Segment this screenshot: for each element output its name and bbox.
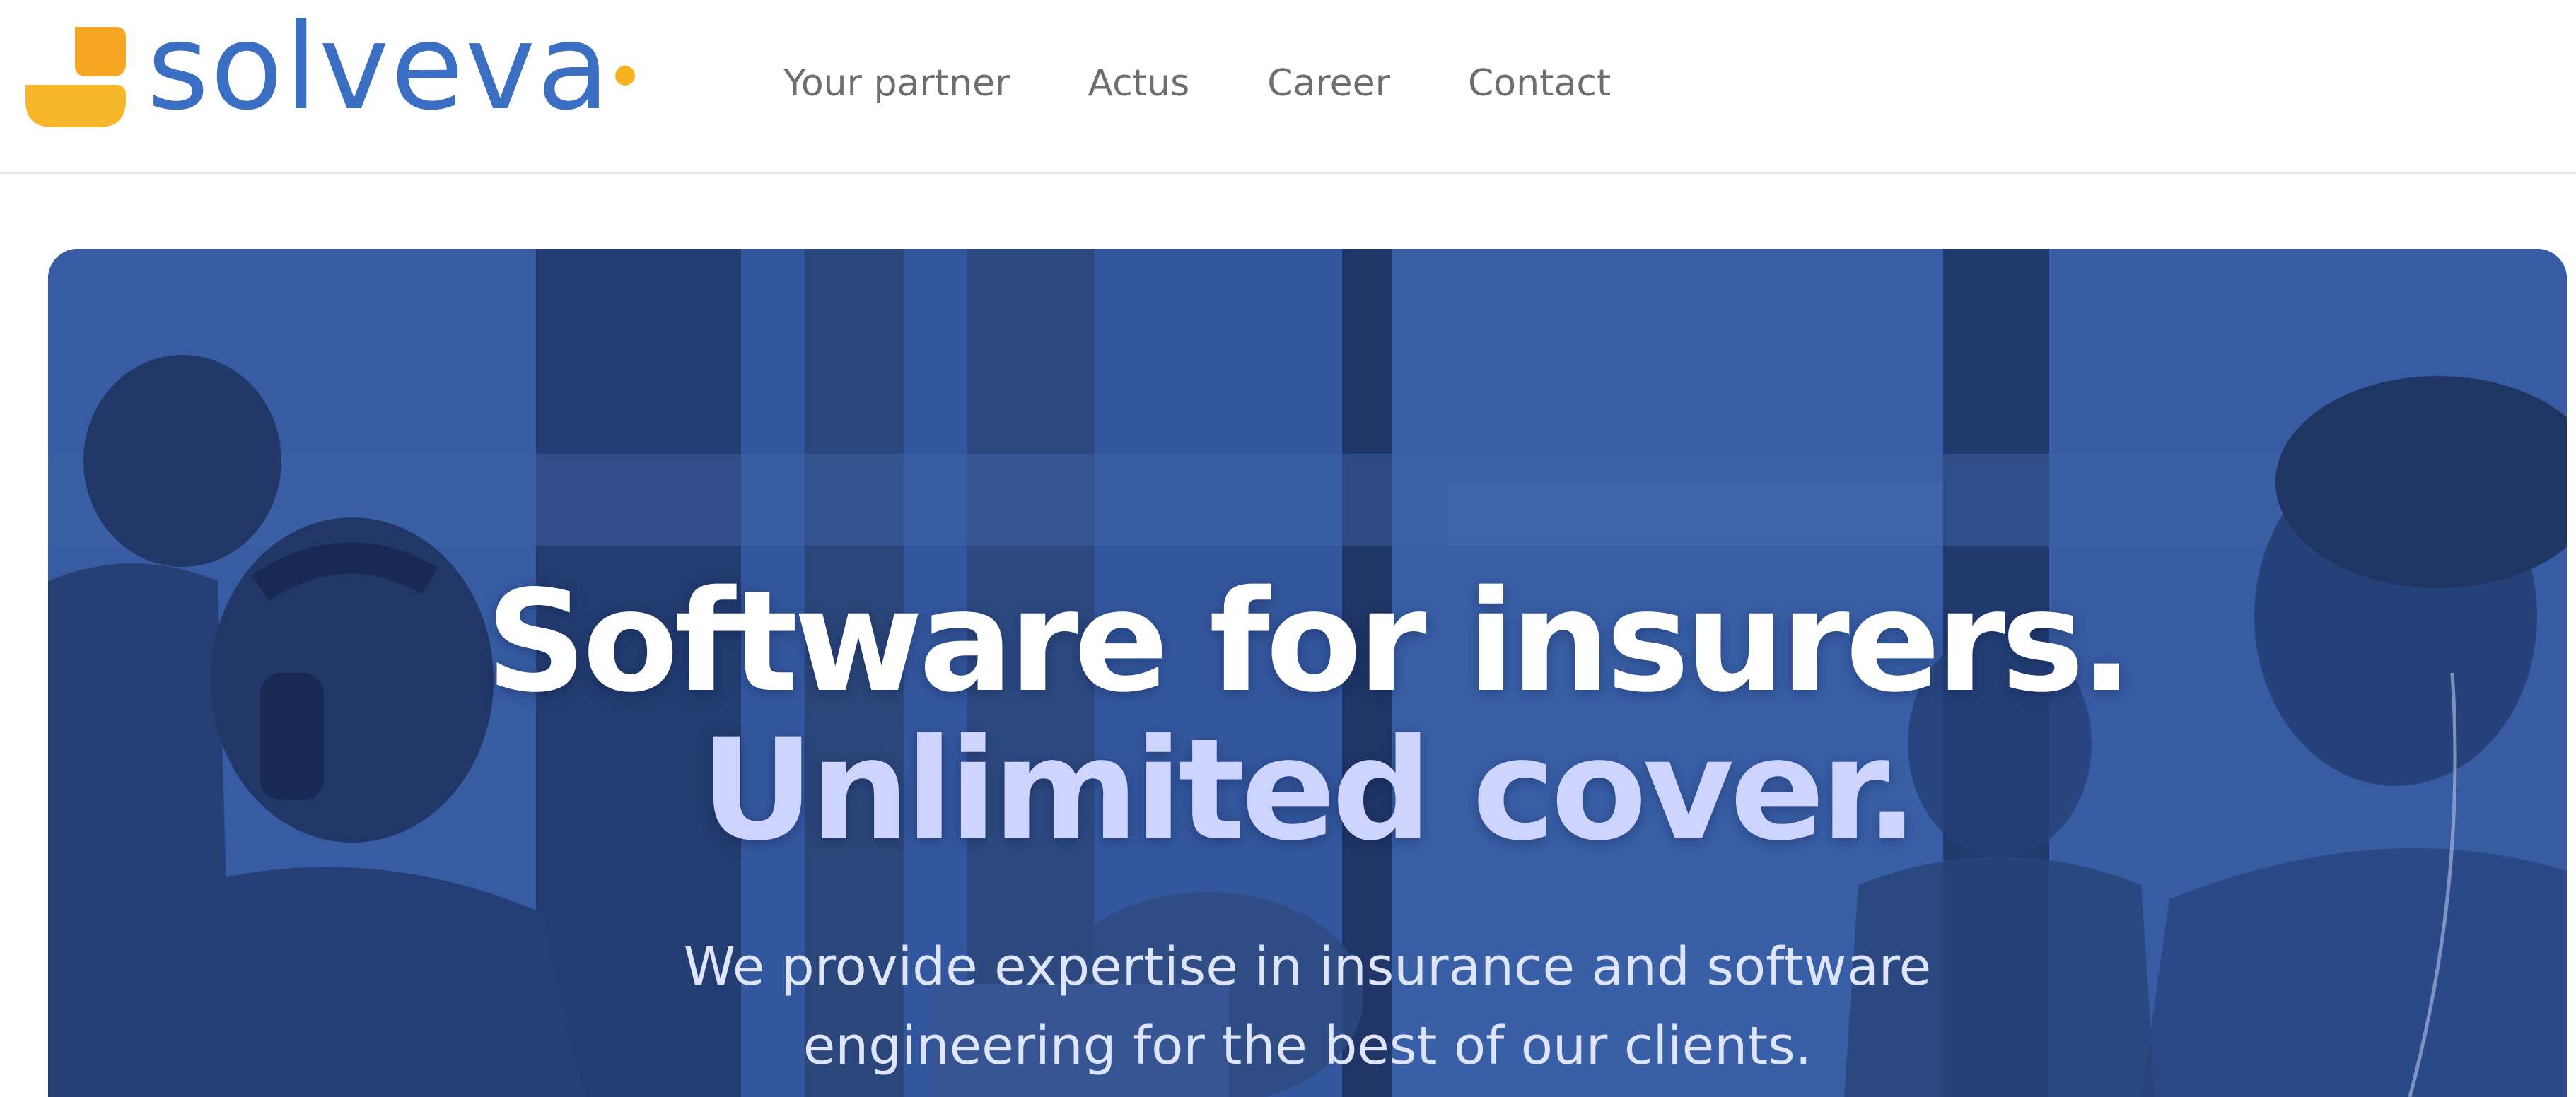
hero-title-line2: Unlimited cover.: [700, 708, 1919, 872]
nav-actus[interactable]: Actus: [1088, 62, 1190, 105]
nav-your-partner[interactable]: Your partner: [783, 62, 1010, 105]
logo-dot: [615, 66, 636, 86]
hero-subtitle: We provide expertise in insurance and so…: [48, 927, 2567, 1086]
nav-contact[interactable]: Contact: [1468, 62, 1611, 105]
hero-subtitle-line2: engineering for the best of our clients.: [803, 1016, 1812, 1077]
nav-career[interactable]: Career: [1267, 62, 1390, 105]
logo-link[interactable]: solveva: [25, 8, 636, 130]
solveva-logo-mark-icon: [25, 27, 126, 127]
hero-subtitle-line1: We provide expertise in insurance and so…: [683, 937, 1932, 997]
hero-banner: Software for insurers. Unlimited cover. …: [48, 249, 2567, 1097]
hero-content: Software for insurers. Unlimited cover. …: [48, 249, 2567, 1097]
hero-title-line1: Software for insurers.: [486, 560, 2133, 723]
site-header: solveva Your partner Actus Career Contac…: [0, 0, 2576, 174]
main-nav: Your partner Actus Career Contact: [783, 62, 1611, 105]
logo-wordmark: solveva: [147, 0, 612, 136]
